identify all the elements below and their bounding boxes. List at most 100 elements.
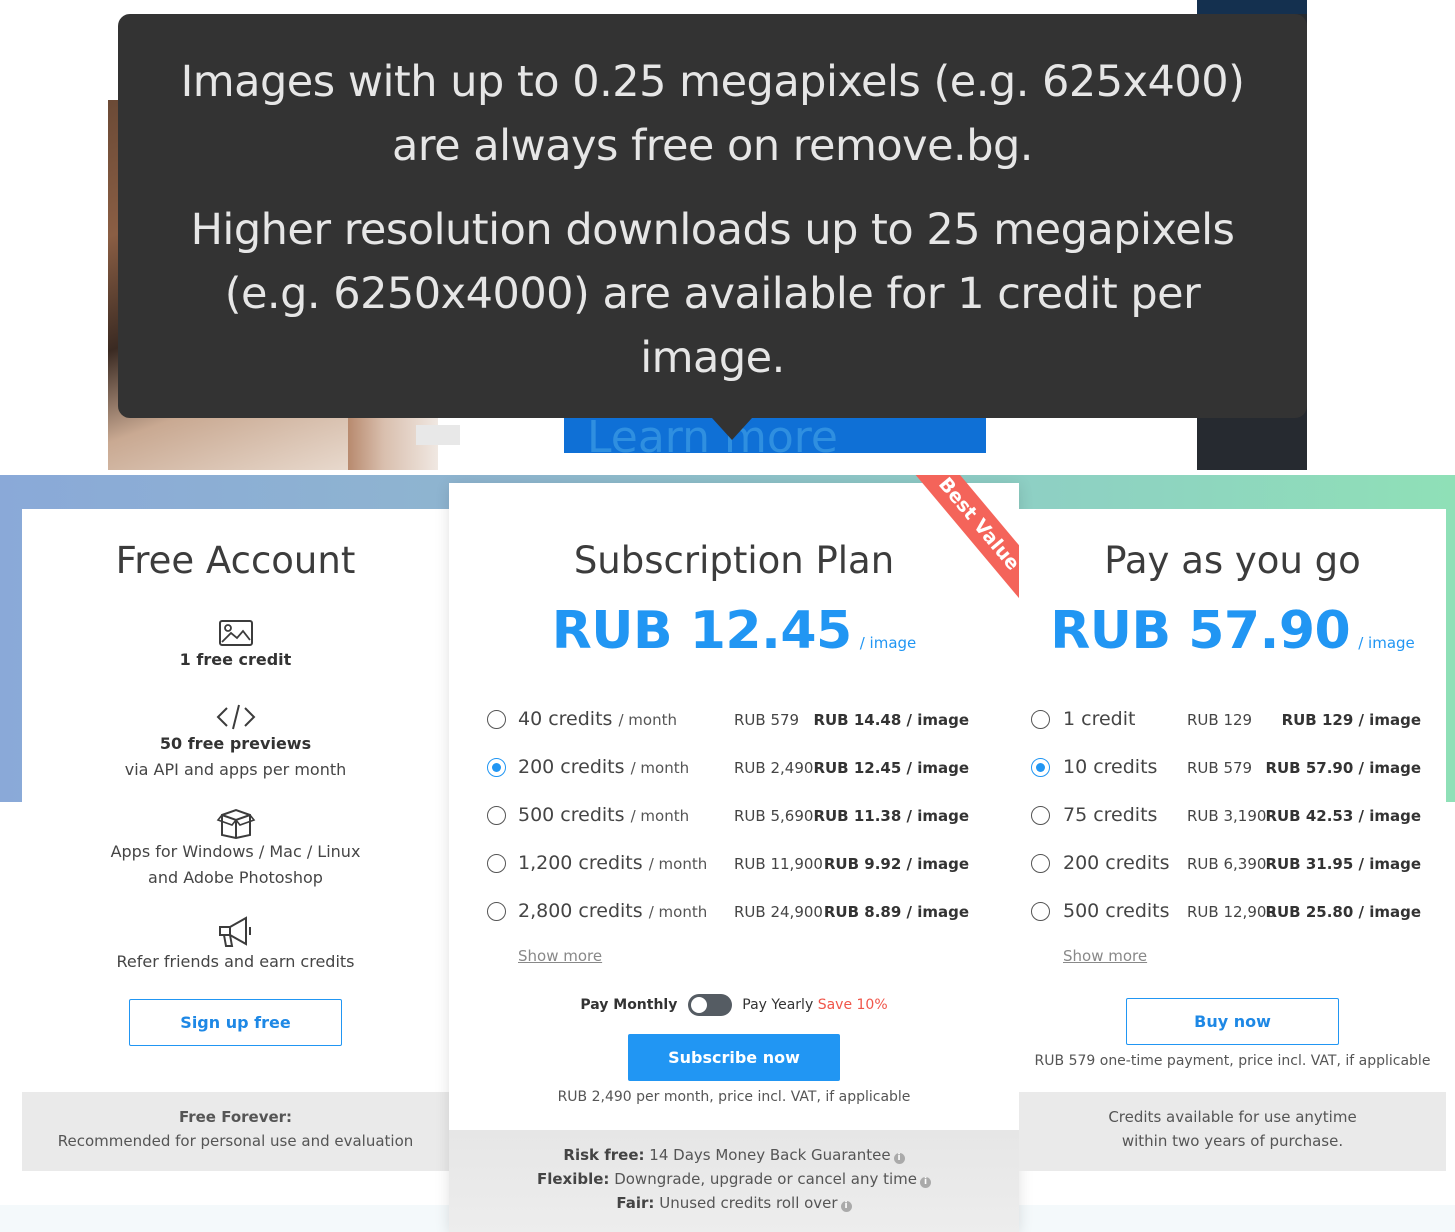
show-more-link[interactable]: Show more bbox=[518, 947, 602, 965]
option-total: RUB 2,490 bbox=[734, 759, 814, 777]
option-radio[interactable] bbox=[1031, 710, 1050, 729]
option-label: 2,800 credits / month bbox=[518, 900, 707, 922]
risk-free-row: Risk free: 14 Days Money Back Guarantee i bbox=[449, 1143, 1019, 1167]
code-icon bbox=[216, 704, 255, 730]
option-radio[interactable] bbox=[1031, 806, 1050, 825]
option-row[interactable]: 10 credits RUB 579 RUB 57.90 / image bbox=[1019, 756, 1446, 780]
payg-footer: Credits available for use anytime within… bbox=[1019, 1092, 1446, 1171]
option-row[interactable]: 1 credit RUB 129 RUB 129 / image bbox=[1019, 708, 1446, 732]
payg-footer-line-1: Credits available for use anytime bbox=[1108, 1108, 1357, 1126]
option-label: 200 credits / month bbox=[518, 756, 689, 778]
option-radio[interactable] bbox=[487, 806, 506, 825]
payg-note: RUB 579 one-time payment, price incl. VA… bbox=[1034, 1053, 1431, 1069]
option-credits: 1 credit bbox=[1063, 708, 1136, 730]
info-icon[interactable]: i bbox=[840, 1201, 852, 1212]
buy-now-button[interactable]: Buy now bbox=[1126, 998, 1339, 1045]
megaphone-icon bbox=[218, 916, 251, 947]
navy-strip bbox=[1197, 0, 1307, 14]
option-label: 200 credits bbox=[1063, 852, 1170, 874]
apps-line-2: and Adobe Photoshop bbox=[148, 868, 323, 887]
option-credits: 200 credits bbox=[1063, 852, 1170, 874]
option-label: 40 credits / month bbox=[518, 708, 677, 730]
option-credits: 1,200 credits bbox=[518, 852, 643, 874]
option-radio[interactable] bbox=[487, 710, 506, 729]
payg-footer-line-2: within two years of purchase. bbox=[1121, 1132, 1344, 1150]
free-forever-label: Free Forever: bbox=[178, 1108, 293, 1126]
free-account-card: Free Account 1 free credit 50 free previ… bbox=[22, 509, 449, 1171]
info-icon[interactable]: i bbox=[920, 1177, 932, 1188]
option-radio[interactable] bbox=[1031, 758, 1050, 777]
option-unit-price: RUB 8.89 / image bbox=[823, 903, 969, 921]
option-credits: 10 credits bbox=[1063, 756, 1158, 778]
option-row[interactable]: 500 credits RUB 12,900 RUB 25.80 / image bbox=[1019, 900, 1446, 924]
option-period: / month bbox=[648, 903, 708, 921]
subscription-note: RUB 2,490 per month, price incl. VAT, if… bbox=[557, 1089, 911, 1105]
payg-price: RUB 57.90 / image bbox=[1019, 601, 1446, 661]
pay-as-you-go-card: Pay as you go RUB 57.90 / image 1 credit R… bbox=[1019, 509, 1446, 1171]
apps-line-1: Apps for Windows / Mac / Linux bbox=[110, 842, 361, 861]
best-value-label: Best Value bbox=[904, 475, 1030, 608]
option-credits: 500 credits bbox=[518, 804, 625, 826]
option-credits: 2,800 credits bbox=[518, 900, 643, 922]
feature-free-previews: 50 free previews via API and apps per mo… bbox=[22, 703, 449, 783]
option-total: RUB 24,900 bbox=[734, 903, 823, 921]
option-row[interactable]: 500 credits / month RUB 5,690 RUB 11.38 / … bbox=[449, 804, 1019, 828]
billing-toggle[interactable] bbox=[687, 994, 732, 1016]
option-label: 1,200 credits / month bbox=[518, 852, 707, 874]
option-total: RUB 579 bbox=[734, 711, 800, 729]
option-total: RUB 129 bbox=[1187, 711, 1253, 729]
flexible-label: Flexible: bbox=[536, 1170, 610, 1188]
fair-text: Unused credits roll over bbox=[659, 1194, 838, 1212]
info-icon[interactable]: i bbox=[893, 1153, 905, 1164]
billing-toggle-row: Pay Monthly Pay Yearly Save 10% bbox=[449, 994, 1019, 1016]
subscription-footer: Risk free: 14 Days Money Back Guarantee i… bbox=[449, 1130, 1019, 1232]
option-radio[interactable] bbox=[487, 758, 506, 777]
feature-refer: Refer friends and earn credits bbox=[22, 915, 449, 975]
subscription-price-value: RUB 12.45 bbox=[551, 601, 852, 661]
option-row[interactable]: 2,800 credits / month RUB 24,900 RUB 8.89 … bbox=[449, 900, 1019, 924]
option-row[interactable]: 40 credits / month RUB 579 RUB 14.48 / ima… bbox=[449, 708, 1019, 732]
option-unit-price: RUB 42.53 / image bbox=[1265, 807, 1421, 825]
option-radio[interactable] bbox=[487, 902, 506, 921]
option-row[interactable]: 75 credits RUB 3,190 RUB 42.53 / image bbox=[1019, 804, 1446, 828]
option-total: RUB 5,690 bbox=[734, 807, 814, 825]
payg-title: Pay as you go bbox=[1104, 539, 1361, 582]
option-unit-price: RUB 25.80 / image bbox=[1265, 903, 1421, 921]
option-unit-price: RUB 9.92 / image bbox=[823, 855, 969, 873]
option-label: 10 credits bbox=[1063, 756, 1157, 778]
risk-free-text: 14 Days Money Back Guarantee bbox=[649, 1146, 891, 1164]
option-label: 1 credit bbox=[1063, 708, 1135, 730]
feature-apps: Apps for Windows / Mac / Linux and Adobe… bbox=[22, 807, 449, 891]
subscribe-now-button[interactable]: Subscribe now bbox=[628, 1034, 840, 1081]
free-previews-label: 50 free previews bbox=[159, 734, 312, 753]
free-credit-label: 1 free credit bbox=[179, 650, 292, 669]
option-total: RUB 11,900 bbox=[734, 855, 823, 873]
option-period: / month bbox=[618, 711, 677, 729]
option-label: 500 credits / month bbox=[518, 804, 689, 826]
option-unit-price: RUB 31.95 / image bbox=[1265, 855, 1421, 873]
option-unit-price: RUB 11.38 / image bbox=[813, 807, 969, 825]
option-unit-price: RUB 57.90 / image bbox=[1265, 759, 1421, 777]
image-icon bbox=[218, 620, 253, 646]
sign-up-free-button[interactable]: Sign up free bbox=[129, 999, 342, 1046]
save-badge: Save 10% bbox=[817, 997, 888, 1013]
option-row[interactable]: 200 credits RUB 6,390 RUB 31.95 / image bbox=[1019, 852, 1446, 876]
option-row[interactable]: 1,200 credits / month RUB 11,900 RUB 9.92 … bbox=[449, 852, 1019, 876]
risk-free-label: Risk free: bbox=[563, 1146, 645, 1164]
free-previews-sub: via API and apps per month bbox=[124, 760, 347, 779]
option-radio[interactable] bbox=[487, 854, 506, 873]
tooltip-screenshot: Images with up to 0.25 megapixels (e.g. … bbox=[108, 0, 1307, 470]
show-more-link[interactable]: Show more bbox=[1063, 947, 1147, 965]
option-row[interactable]: 200 credits / month RUB 2,490 RUB 12.45 / … bbox=[449, 756, 1019, 780]
flexible-text: Downgrade, upgrade or cancel any time bbox=[614, 1170, 918, 1188]
option-radio[interactable] bbox=[1031, 902, 1050, 921]
subscription-card: Subscription Plan RUB 12.45/ image 40 cr… bbox=[449, 475, 1030, 1232]
option-credits: 40 credits bbox=[518, 708, 613, 730]
option-period: / month bbox=[630, 807, 690, 825]
option-radio[interactable] bbox=[1031, 854, 1050, 873]
best-value-ribbon: Best Value bbox=[890, 475, 1030, 613]
free-title: Free Account bbox=[115, 539, 356, 582]
flexible-row: Flexible: Downgrade, upgrade or cancel a… bbox=[449, 1167, 1019, 1191]
option-credits: 200 credits bbox=[518, 756, 625, 778]
option-total: RUB 12,900 bbox=[1187, 903, 1276, 921]
